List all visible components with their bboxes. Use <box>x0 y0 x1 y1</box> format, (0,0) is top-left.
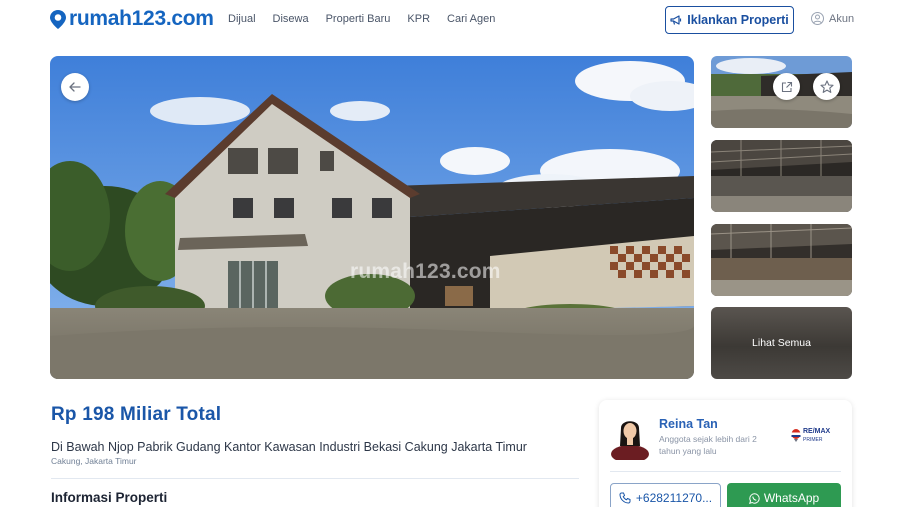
balloon-icon <box>791 429 801 442</box>
thumbnail-2[interactable] <box>711 140 852 212</box>
factory-interior-photo <box>711 224 852 296</box>
share-icon <box>781 81 792 92</box>
warehouse-photo <box>50 56 694 379</box>
warehouse-interior-photo <box>711 140 852 212</box>
iklankan-properti-button[interactable]: Iklankan Properti <box>665 6 794 34</box>
section-divider <box>51 478 579 479</box>
top-header: rumah123.com Dijual Disewa Properti Baru… <box>0 0 900 40</box>
share-button[interactable] <box>773 73 800 100</box>
thumbnail-3[interactable] <box>711 224 852 296</box>
agent-member-since: Anggota sejak lebih dari 2 tahun yang la… <box>659 434 757 456</box>
logo-pin-icon <box>50 9 66 29</box>
site-logo[interactable]: rumah123.com <box>50 7 214 31</box>
listing-title: Di Bawah Njop Pabrik Gudang Kantor Kawas… <box>51 440 527 454</box>
photo-watermark: rumah123.com <box>350 260 501 283</box>
nav-disewa[interactable]: Disewa <box>273 13 309 25</box>
whatsapp-button[interactable]: WhatsApp <box>727 483 841 507</box>
akun-label: Akun <box>829 12 855 25</box>
phone-number: +628211270... <box>635 491 713 505</box>
iklankan-label: Iklankan Properti <box>687 13 789 27</box>
nav-cari-agen[interactable]: Cari Agen <box>447 13 495 25</box>
phone-button[interactable]: +628211270... <box>610 483 721 507</box>
nav-dijual[interactable]: Dijual <box>228 13 256 25</box>
agency-logo: RE/MAX PRIMER <box>791 428 830 444</box>
agency-sub: PRIMER <box>803 437 823 443</box>
see-all-photos-button[interactable]: Lihat Semua <box>711 307 852 379</box>
whatsapp-icon <box>748 492 760 504</box>
akun-menu[interactable]: Akun <box>811 12 854 25</box>
nav-kpr[interactable]: KPR <box>407 13 430 25</box>
listing-price: Rp 198 Miliar Total <box>51 404 222 425</box>
megaphone-icon <box>670 14 682 25</box>
see-all-label: Lihat Semua <box>752 337 811 349</box>
star-icon <box>819 79 834 93</box>
whatsapp-label: WhatsApp <box>763 491 820 505</box>
agent-name[interactable]: Reina Tan <box>659 417 718 431</box>
agent-avatar[interactable] <box>610 414 650 460</box>
back-button[interactable] <box>61 73 89 101</box>
listing-location: Cakung, Jakarta Timur <box>51 456 137 466</box>
agency-name: RE/MAX <box>803 428 831 435</box>
main-nav: Dijual Disewa Properti Baru KPR Cari Age… <box>228 13 512 25</box>
card-divider <box>610 471 841 472</box>
user-icon <box>811 12 824 25</box>
nav-properti-baru[interactable]: Properti Baru <box>326 13 391 25</box>
arrow-left-icon <box>69 82 81 92</box>
agent-card: Reina Tan Anggota sejak lebih dari 2 tah… <box>599 400 852 507</box>
main-photo[interactable]: rumah123.com <box>50 56 694 379</box>
favorite-button[interactable] <box>813 73 840 100</box>
informasi-properti-heading: Informasi Properti <box>51 490 168 505</box>
logo-text: rumah123.com <box>69 7 214 30</box>
phone-icon <box>619 492 631 504</box>
